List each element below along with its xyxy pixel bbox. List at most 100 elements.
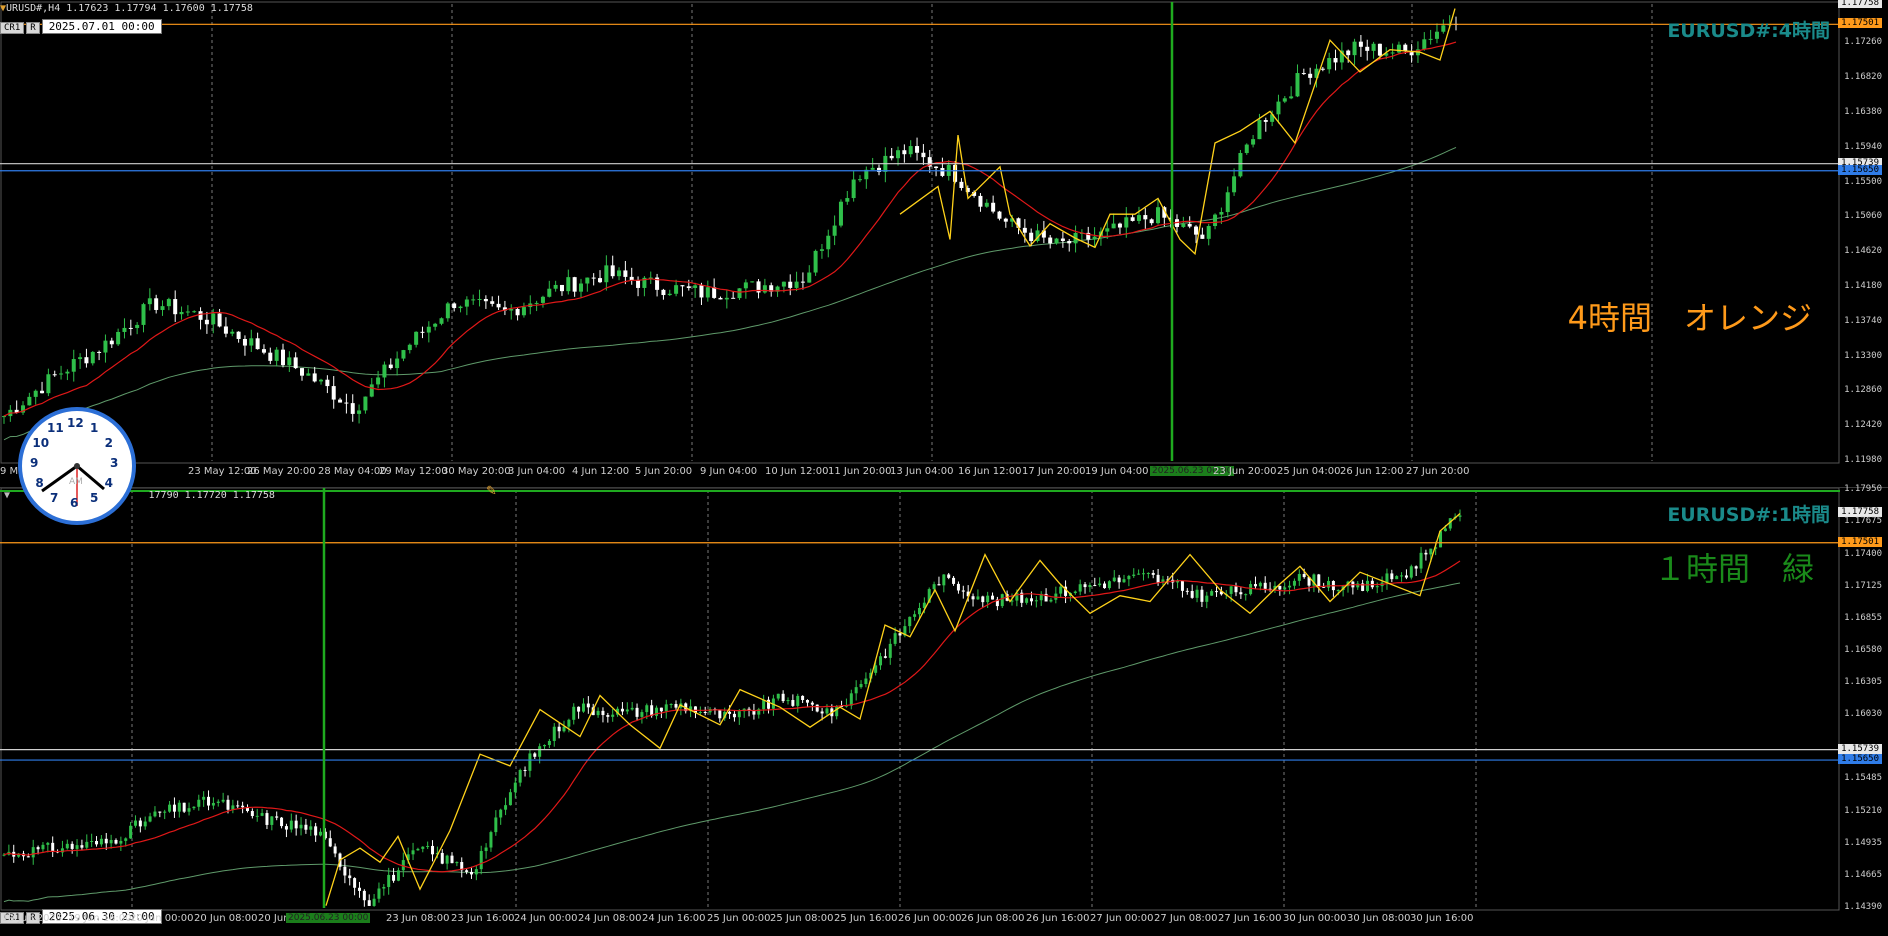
bull-candle (851, 179, 856, 199)
bear-candle (1117, 223, 1122, 228)
bull-candle (813, 250, 818, 273)
clock-number: 5 (90, 490, 99, 505)
bear-candle (348, 875, 352, 879)
bear-candle (601, 710, 605, 716)
time-label: 30 May 20:00 (442, 466, 511, 477)
bear-candle (265, 813, 269, 825)
bull-candle (645, 705, 649, 713)
time-label: 10 Jun 12:00 (765, 466, 829, 477)
bear-candle (981, 596, 985, 603)
bear-candle (312, 373, 317, 382)
bear-candle (1358, 41, 1363, 47)
price-label: 1.14180 (1844, 280, 1882, 291)
bull-candle (166, 299, 171, 307)
bear-candle (961, 590, 965, 592)
bull-candle (1112, 577, 1116, 582)
h4-date-box[interactable]: 2025.07.01 00:00 (41, 19, 162, 34)
bear-candle (343, 866, 347, 876)
analog-clock-widget[interactable]: 12 1 2 3 4 5 6 7 8 9 10 11 AM (18, 407, 136, 525)
bull-candle (819, 249, 824, 251)
bear-candle (40, 390, 45, 394)
bull-candle (572, 706, 576, 720)
time-label: 30 Jun 00:00 (1283, 913, 1347, 924)
bull-candle (90, 351, 95, 364)
bull-candle (46, 842, 50, 845)
bull-candle (737, 288, 742, 299)
bull-candle (567, 719, 571, 727)
bull-candle (1088, 585, 1092, 588)
time-label: 17 Jun 20:00 (1022, 466, 1086, 477)
bull-candle (917, 607, 921, 615)
price-label: 1.12420 (1844, 420, 1882, 431)
h4-chart-pane[interactable]: ▼URUSD#,H4 1.17623 1.17794 1.17600 1.177… (0, 0, 1888, 487)
bear-candle (353, 878, 357, 888)
time-label: 11 Jun 20:00 (828, 466, 892, 477)
bull-candle (1395, 576, 1399, 580)
bull-candle (625, 709, 629, 712)
bear-candle (1103, 583, 1107, 589)
bear-candle (1215, 591, 1219, 593)
plot-frame (0, 488, 1840, 911)
bull-candle (1155, 207, 1160, 224)
bull-candle (65, 371, 70, 374)
time-label: 30 Jun 08:00 (1347, 913, 1411, 924)
bear-candle (800, 281, 805, 283)
time-label: 2025.06.23 00:00 (286, 913, 371, 923)
bull-candle (377, 888, 381, 899)
ruler-tool-icon[interactable]: ✎ (486, 484, 497, 499)
bull-candle (1137, 573, 1141, 575)
price-label: 1.11980 (1844, 455, 1882, 465)
bear-candle (236, 805, 240, 807)
bull-candle (585, 277, 590, 284)
bull-candle (1124, 217, 1129, 228)
bull-candle (458, 306, 463, 309)
bull-candle (455, 862, 459, 864)
bull-candle (119, 840, 123, 844)
collapse-arrow-icon[interactable]: ▼ (4, 490, 10, 501)
bull-candle (737, 711, 741, 718)
bull-candle (211, 802, 215, 806)
bear-candle (1302, 574, 1306, 578)
bull-candle (604, 265, 609, 283)
price-label: 1.15940 (1844, 141, 1882, 152)
bull-candle (859, 684, 863, 688)
bull-candle (477, 298, 482, 300)
bear-candle (80, 845, 84, 848)
bear-candle (304, 824, 308, 830)
bear-candle (699, 285, 704, 298)
bear-candle (1346, 50, 1351, 56)
bull-candle (1258, 582, 1262, 587)
price-label: 1.15650 (1838, 754, 1882, 765)
bear-candle (661, 289, 666, 296)
bull-candle (163, 811, 167, 813)
bull-candle (538, 746, 542, 757)
bear-candle (261, 349, 266, 353)
ma-long-line (3, 582, 1461, 903)
price-label: 1.16380 (1844, 106, 1882, 117)
bear-candle (36, 847, 40, 850)
cr1-button[interactable]: CR1 (0, 22, 25, 34)
bull-candle (888, 643, 892, 658)
h1-header-info: 17790 1.17720 1.17758 (148, 490, 275, 501)
time-label: 26 Jun 16:00 (1026, 913, 1090, 924)
bear-candle (173, 299, 178, 315)
bear-candle (198, 311, 203, 320)
bull-candle (1458, 515, 1462, 517)
bear-candle (586, 703, 590, 708)
price-label: 1.17675 (1844, 516, 1882, 527)
h4-chart-canvas[interactable] (0, 0, 1888, 487)
h1-chart-canvas[interactable] (0, 488, 1888, 936)
clock-center (74, 463, 80, 469)
price-label: 1.15060 (1844, 211, 1882, 222)
h1-chart-pane[interactable]: ▼ 17790 1.17720 1.17758 CR1 R 2025.06.30 2… (0, 484, 1888, 936)
bull-candle (426, 845, 430, 847)
bull-candle (1356, 583, 1360, 588)
bear-candle (952, 577, 956, 584)
bull-candle (1429, 548, 1433, 555)
bear-candle (620, 708, 624, 712)
bull-candle (221, 799, 225, 802)
bull-candle (65, 843, 69, 849)
r-button[interactable]: R (26, 22, 40, 34)
bull-candle (78, 357, 83, 360)
bull-candle (124, 838, 128, 841)
